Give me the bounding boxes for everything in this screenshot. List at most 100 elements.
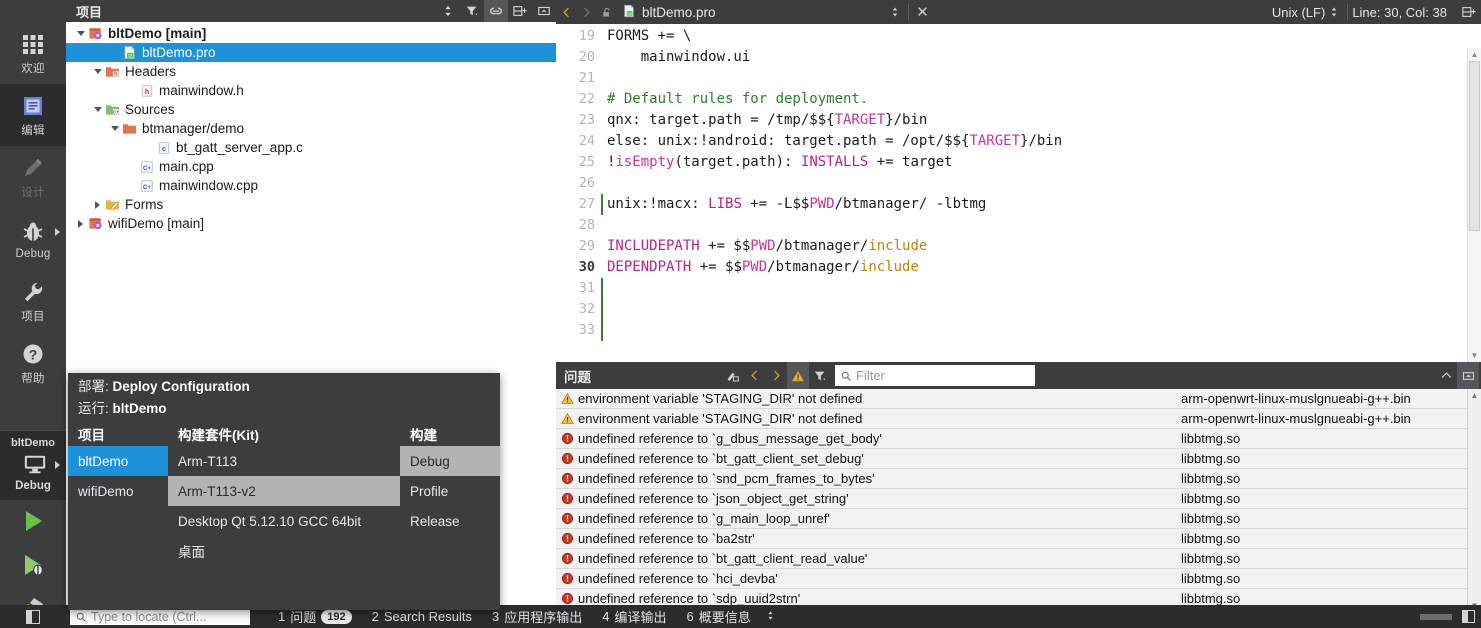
code-line[interactable]: qnx: target.path = /tmp/$${TARGET}/bin <box>601 110 1481 131</box>
code-line[interactable] <box>601 173 1481 194</box>
tree-item[interactable]: c bt_gatt_server_app.c <box>66 138 556 157</box>
tree-item[interactable]: Forms <box>66 195 556 214</box>
code-line[interactable]: mainwindow.ui <box>601 47 1481 68</box>
code-line[interactable]: unix:!macx: LIBS += -L$$PWD/btmanager/ -… <box>601 194 1481 215</box>
tree-item[interactable]: btmanager/demo <box>66 119 556 138</box>
deploy-project-item[interactable]: bltDemo <box>68 446 168 476</box>
output-pane-overflow-button[interactable] <box>765 610 776 624</box>
sync-with-editor-button[interactable] <box>484 0 508 22</box>
deploy-kit-item[interactable]: 桌面 <box>168 536 400 566</box>
sidebar-toggle-button[interactable] <box>0 609 66 624</box>
code-line[interactable]: INCLUDEPATH += $$PWD/btmanager/include <box>601 236 1481 257</box>
issue-row[interactable]: undefined reference to `ba2str' libbtmg.s… <box>556 529 1481 549</box>
issue-row[interactable]: undefined reference to `bt_gatt_client_r… <box>556 549 1481 569</box>
editor-split-button[interactable] <box>1457 0 1481 24</box>
issues-scroll-up-arrow-icon[interactable]: ▲ <box>1468 389 1481 402</box>
issue-row[interactable]: undefined reference to `g_main_loop_unre… <box>556 509 1481 529</box>
chevron-down-icon[interactable] <box>91 62 104 81</box>
navigate-back-button[interactable] <box>556 0 576 24</box>
issue-row[interactable]: undefined reference to `hci_devba' libbtm… <box>556 569 1481 589</box>
code-line[interactable] <box>601 68 1481 89</box>
code-line[interactable] <box>601 299 1481 320</box>
deploy-build-item[interactable]: Profile <box>400 476 500 506</box>
output-pane-button[interactable]: 4 编译输出 <box>592 607 676 626</box>
issues-filter-input[interactable]: Filter <box>835 365 1035 386</box>
chevron-right-icon[interactable] <box>91 195 104 214</box>
output-pane-button[interactable]: 6 概要信息 <box>677 607 761 626</box>
code-line[interactable]: else: unix:!android: target.path = /opt/… <box>601 131 1481 152</box>
editor-file-tab[interactable]: Qt bltDemo.pro <box>616 4 716 21</box>
split-button[interactable] <box>508 0 532 22</box>
issue-row[interactable]: undefined reference to `bt_gatt_client_s… <box>556 449 1481 469</box>
issue-row[interactable]: undefined reference to `g_dbus_message_g… <box>556 429 1481 449</box>
deploy-kit-item[interactable]: Arm-T113-v2 <box>168 476 400 506</box>
issue-row[interactable]: environment variable 'STAGING_DIR' not d… <box>556 409 1481 429</box>
mode-item-help[interactable]: ? 帮助 <box>0 332 66 394</box>
issues-filter-button[interactable] <box>809 362 831 389</box>
tree-item[interactable]: bltDemo [main] <box>66 24 556 43</box>
tree-item[interactable]: h mainwindow.h <box>66 81 556 100</box>
close-editor-button[interactable]: ✕ <box>913 0 933 24</box>
code-view[interactable]: 19 20 21 22 23 24 25 26 27 28 29 30 31 32 33 FORMS += … <box>556 24 1481 362</box>
editor-file-dropdown-button[interactable] <box>886 0 904 24</box>
code-lines[interactable]: FORMS += \ mainwindow.ui # Default rules … <box>601 24 1481 362</box>
deploy-project-item[interactable]: wifiDemo <box>68 476 168 506</box>
mode-item-debug[interactable]: Debug <box>0 208 66 270</box>
line-ending-dropdown-button[interactable] <box>1325 0 1343 24</box>
deploy-build-item[interactable]: Debug <box>400 446 500 476</box>
tree-item[interactable]: h Headers <box>66 62 556 81</box>
mode-item-welcome[interactable]: 欢迎 <box>0 22 66 84</box>
kits-list[interactable]: Arm-T113 Arm-T113-v2 Desktop Qt 5.12.10 GC… <box>168 446 400 566</box>
sidebar-toggle-icon-right[interactable] <box>1462 610 1475 623</box>
locator-input[interactable]: Type to locate (Ctrl... <box>70 608 250 625</box>
tree-item[interactable]: C+ Sources <box>66 100 556 119</box>
chevron-down-icon[interactable] <box>91 100 104 119</box>
tree-item[interactable]: wifiDemo [main] <box>66 214 556 233</box>
run-configuration-selector[interactable]: bltDemo Debug <box>0 430 66 500</box>
scrollbar-thumb[interactable] <box>1469 61 1480 231</box>
code-line[interactable]: DEPENDPATH += $$PWD/btmanager/include <box>601 257 1481 278</box>
tree-item[interactable]: Qt bltDemo.pro <box>66 43 556 62</box>
tree-item[interactable]: C+ mainwindow.cpp <box>66 176 556 195</box>
show-warnings-toggle[interactable] <box>787 362 809 389</box>
maximize-panel-button[interactable] <box>1457 362 1479 389</box>
next-issue-button[interactable] <box>765 362 787 389</box>
code-line[interactable] <box>601 215 1481 236</box>
scroll-down-arrow-icon[interactable]: ▼ <box>1468 349 1481 362</box>
chevron-down-icon[interactable] <box>108 119 121 138</box>
issue-row[interactable]: environment variable 'STAGING_DIR' not d… <box>556 389 1481 409</box>
builds-list[interactable]: Debug Profile Release <box>400 446 500 566</box>
lock-toggle-button[interactable] <box>596 0 616 24</box>
issue-row[interactable]: undefined reference to `json_object_get_… <box>556 489 1481 509</box>
chevron-right-icon[interactable] <box>74 214 87 233</box>
code-line[interactable] <box>601 278 1481 299</box>
cursor-position-label[interactable]: Line: 30, Col: 38 <box>1352 5 1457 20</box>
editor-vertical-scrollbar[interactable]: ▲ ▼ <box>1467 48 1481 362</box>
issue-row[interactable]: undefined reference to `snd_pcm_frames_t… <box>556 469 1481 489</box>
deploy-kit-item[interactable]: Arm-T113 <box>168 446 400 476</box>
code-line[interactable]: FORMS += \ <box>601 26 1481 47</box>
code-line[interactable] <box>601 320 1481 341</box>
output-pane-button[interactable]: 2 Search Results <box>362 609 482 624</box>
chevron-right-icon[interactable] <box>55 228 60 236</box>
issues-list[interactable]: environment variable 'STAGING_DIR' not d… <box>556 389 1481 612</box>
run-button[interactable] <box>16 506 50 540</box>
sort-toggle-button[interactable] <box>436 0 460 22</box>
close-panel-button[interactable] <box>532 0 556 22</box>
chevron-down-icon[interactable] <box>74 24 87 43</box>
navigate-forward-button[interactable] <box>576 0 596 24</box>
deploy-build-item[interactable]: Release <box>400 506 500 536</box>
mode-item-projects[interactable]: 项目 <box>0 270 66 332</box>
chevron-right-icon[interactable] <box>55 461 60 469</box>
tree-item[interactable]: C+ main.cpp <box>66 157 556 176</box>
debug-button[interactable] <box>16 550 50 584</box>
code-line[interactable]: # Default rules for deployment. <box>601 89 1481 110</box>
clear-issues-button[interactable] <box>721 362 743 389</box>
issues-vertical-scrollbar[interactable]: ▲ ▼ <box>1467 389 1481 612</box>
collapse-panel-button[interactable] <box>1435 362 1457 389</box>
mode-item-design[interactable]: 设计 <box>0 146 66 208</box>
previous-issue-button[interactable] <box>743 362 765 389</box>
scroll-up-arrow-icon[interactable]: ▲ <box>1468 48 1481 61</box>
code-line[interactable]: !isEmpty(target.path): INSTALLS += targe… <box>601 152 1481 173</box>
mode-item-edit[interactable]: 编辑 <box>0 84 66 146</box>
